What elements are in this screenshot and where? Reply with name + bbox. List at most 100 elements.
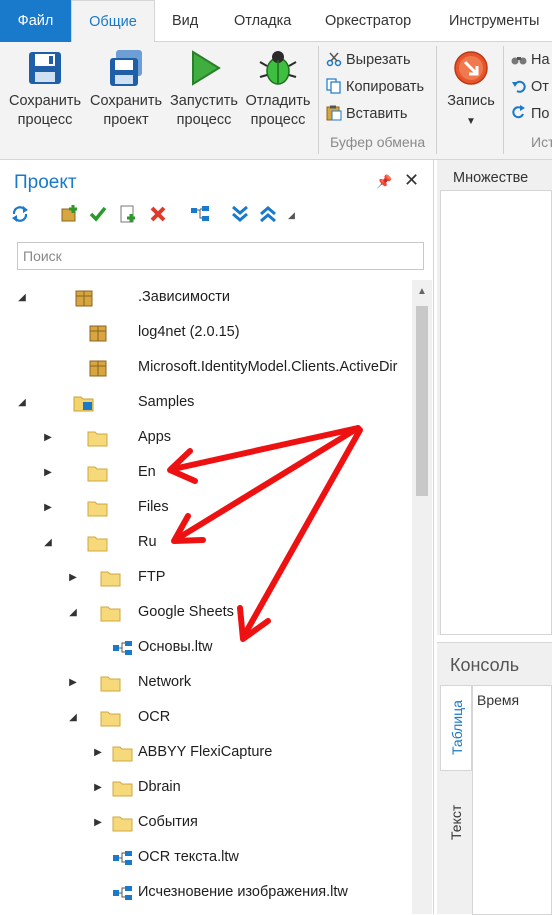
tree-node-label: OCR текста.ltw [138, 849, 239, 865]
debug-process-label-2: процесс [250, 112, 306, 128]
console-table: Время [472, 685, 552, 915]
expanded-arrow-icon[interactable]: ◢ [16, 280, 28, 315]
overflow-icon[interactable]: ◢ [288, 210, 295, 221]
console-view-tabs: Таблица Текст [440, 685, 472, 915]
folder-icon [112, 777, 134, 797]
delete-icon[interactable] [148, 204, 168, 227]
expand-all-icon[interactable] [230, 204, 250, 227]
tree-node-label: FTP [138, 569, 166, 585]
menu-tab-debug[interactable]: Отладка [234, 0, 291, 42]
console-title: Консоль [450, 655, 520, 675]
tree-node[interactable]: ▶ Network [0, 665, 410, 700]
new-file-icon[interactable] [118, 204, 138, 227]
tree-node[interactable]: ▶ ABBYY FlexiCapture [0, 735, 410, 770]
save-project-button[interactable]: Сохранить проект [87, 48, 165, 130]
scrollbar-thumb[interactable] [416, 306, 428, 496]
tree-node-label: log4net (2.0.15) [138, 324, 240, 340]
package-icon [87, 322, 109, 342]
collapsed-arrow-icon[interactable]: ▶ [42, 490, 54, 525]
tab-table[interactable]: Таблица [440, 685, 472, 771]
floppy-disk-icon [29, 52, 61, 84]
tree-node[interactable]: Исчезновение изображения.ltw [0, 875, 410, 910]
tree-node-label: Microsoft.IdentityModel.Clients.ActiveDi… [138, 359, 398, 375]
pin-icon[interactable]: 📌 [376, 174, 392, 190]
save-process-button[interactable]: Сохранить процесс [6, 48, 84, 130]
tree-node[interactable]: log4net (2.0.15) [0, 315, 410, 350]
tree-node[interactable]: ▶ Apps [0, 420, 410, 455]
debug-process-button[interactable]: Отладить процесс [242, 48, 314, 130]
collapsed-arrow-icon[interactable]: ▶ [67, 665, 79, 700]
undo-icon [512, 80, 526, 93]
collapsed-arrow-icon[interactable]: ▶ [67, 560, 79, 595]
tree-node[interactable]: OCR текста.ltw [0, 840, 410, 875]
menu-tab-view[interactable]: Вид [172, 0, 198, 42]
ribbon-right-item-2-label: От [531, 79, 549, 95]
tree-node-label: OCR [138, 709, 171, 725]
tree-node[interactable]: Microsoft.IdentityModel.Clients.ActiveDi… [0, 350, 410, 385]
tree-node[interactable]: ▶ События [0, 805, 410, 840]
menu-tab-file[interactable]: Файл [0, 0, 71, 42]
add-package-icon[interactable] [60, 204, 80, 227]
tree-node[interactable]: Основы.ltw [0, 630, 410, 665]
paste-button[interactable]: Вставить [326, 102, 407, 126]
collapsed-arrow-icon[interactable]: ▶ [42, 455, 54, 490]
scissors-icon [326, 52, 342, 67]
tree-node[interactable]: ◢ OCR [0, 700, 410, 735]
collapse-all-icon[interactable] [258, 204, 278, 227]
column-header-time[interactable]: Время [477, 692, 519, 708]
tree-node[interactable]: ◢ Ru [0, 525, 410, 560]
tree-node[interactable]: ◢ Google Sheets [0, 595, 410, 630]
folder-icon [87, 497, 109, 517]
refresh-icon[interactable] [10, 204, 30, 227]
expanded-arrow-icon[interactable]: ◢ [42, 525, 54, 560]
panel-title: Проект [14, 172, 77, 193]
menu-bar: Файл Общие Вид Отладка Оркестратор Инстр… [0, 0, 552, 43]
ribbon-right-item-3[interactable]: По [511, 102, 550, 126]
copy-icon [326, 78, 341, 94]
expanded-arrow-icon[interactable]: ◢ [16, 385, 28, 420]
tree-node-label: .Зависимости [138, 289, 231, 305]
close-icon[interactable]: ✕ [404, 170, 419, 191]
binoculars-icon [511, 57, 527, 65]
project-folder-icon [73, 392, 95, 412]
collapsed-arrow-icon[interactable]: ▶ [42, 420, 54, 455]
tree-node[interactable]: ▶ Files [0, 490, 410, 525]
workflow-icon[interactable] [190, 204, 210, 227]
ribbon-separator [436, 46, 437, 154]
expanded-arrow-icon[interactable]: ◢ [67, 700, 79, 735]
run-process-button[interactable]: Запустить процесс [166, 48, 242, 130]
tree-node[interactable]: ▶ FTP [0, 560, 410, 595]
replace-icon [512, 105, 525, 119]
document-tab[interactable]: Множестве [453, 170, 528, 186]
menu-tab-tools[interactable]: Инструменты [449, 0, 539, 42]
tree-node[interactable]: ◢ Samples [0, 385, 410, 420]
menu-tab-general[interactable]: Общие [71, 0, 155, 43]
cut-button[interactable]: Вырезать [326, 48, 411, 72]
tab-text[interactable]: Текст [440, 777, 472, 867]
folder-icon [112, 742, 134, 762]
ribbon-right-item-2[interactable]: От [511, 75, 549, 99]
menu-tab-orchestrator[interactable]: Оркестратор [325, 0, 411, 42]
folder-icon [87, 462, 109, 482]
workflow-icon [112, 882, 134, 902]
save-process-label-1: Сохранить [8, 93, 82, 109]
expanded-arrow-icon[interactable]: ◢ [67, 595, 79, 630]
copy-button[interactable]: Копировать [326, 75, 424, 99]
document-canvas[interactable] [440, 190, 552, 635]
debug-process-label-1: Отладить [245, 93, 311, 109]
tree-node-label: Исчезновение изображения.ltw [138, 884, 348, 900]
tree-scrollbar[interactable]: ▲ [412, 280, 432, 914]
scroll-up-icon[interactable]: ▲ [417, 286, 427, 297]
record-button[interactable]: Запись ▼ [441, 48, 501, 131]
checkmark-icon[interactable] [88, 204, 108, 227]
tree-node[interactable]: ▶ En [0, 455, 410, 490]
tree-node[interactable]: ▶ Dbrain [0, 770, 410, 805]
document-area: Множестве [437, 160, 552, 635]
copy-label: Копировать [346, 79, 425, 95]
collapsed-arrow-icon[interactable]: ▶ [92, 735, 104, 770]
ribbon-right-item-1[interactable]: На [511, 48, 550, 72]
collapsed-arrow-icon[interactable]: ▶ [92, 805, 104, 840]
search-input[interactable] [17, 242, 424, 270]
collapsed-arrow-icon[interactable]: ▶ [92, 770, 104, 805]
tree-node[interactable]: ◢ .Зависимости [0, 280, 410, 315]
